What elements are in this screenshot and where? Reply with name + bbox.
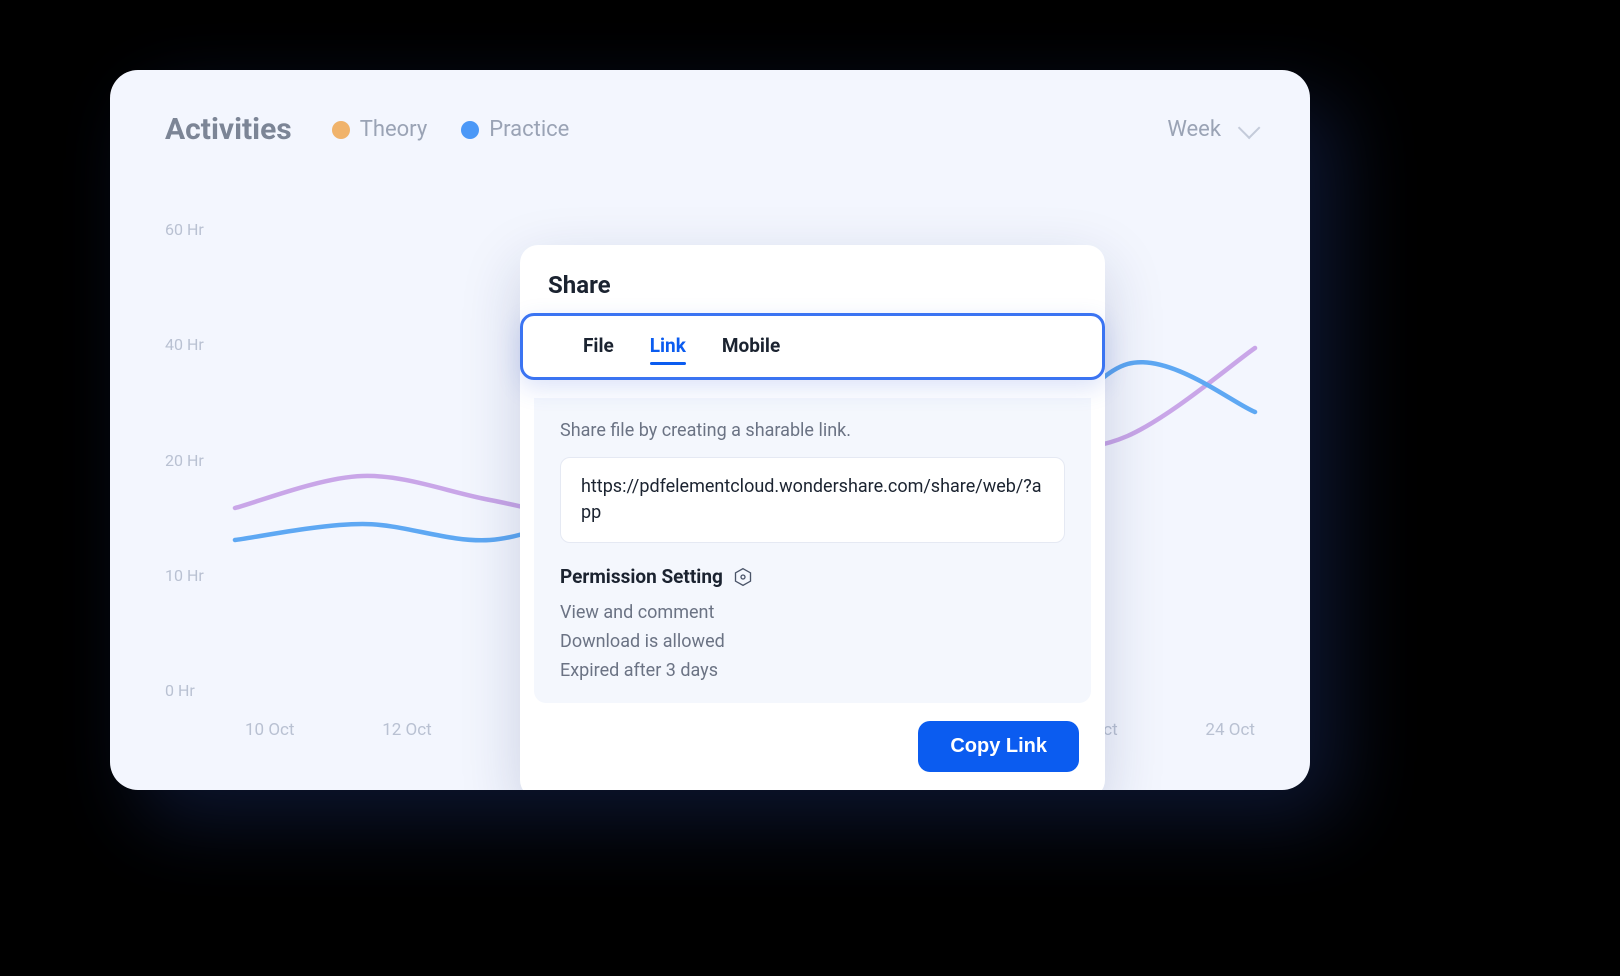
legend-label: Theory <box>360 117 428 142</box>
legend-label: Practice <box>489 117 569 142</box>
activities-card: Activities Theory Practice Week 60 Hr <box>110 70 1310 790</box>
share-hint: Share file by creating a sharable link. <box>560 420 1065 441</box>
modal-body: Share file by creating a sharable link. … <box>534 398 1091 703</box>
y-axis: 60 Hr 40 Hr 20 Hr 10 Hr 0 Hr <box>165 220 225 700</box>
modal-title: Share <box>520 269 1105 313</box>
share-modal: Share File Link Mobile Share file by cre… <box>520 245 1105 790</box>
y-tick: 20 Hr <box>165 451 225 470</box>
permission-title: Permission Setting <box>560 565 723 588</box>
legend-item-theory: Theory <box>332 117 428 142</box>
page-title: Activities <box>165 112 292 147</box>
header: Activities Theory Practice Week <box>165 112 1255 147</box>
dot-theory-icon <box>332 121 350 139</box>
range-select[interactable]: Week <box>1167 117 1255 142</box>
y-tick: 40 Hr <box>165 335 225 354</box>
copy-link-button[interactable]: Copy Link <box>918 721 1079 772</box>
y-tick: 60 Hr <box>165 220 225 239</box>
permission-item: Expired after 3 days <box>560 660 1065 681</box>
settings-icon[interactable] <box>733 567 753 587</box>
permission-item: View and comment <box>560 602 1065 623</box>
legend-item-practice: Practice <box>461 117 569 142</box>
x-tick: 10 Oct <box>245 720 294 740</box>
x-tick: 24 Oct <box>1205 720 1254 740</box>
permission-list: View and comment Download is allowed Exp… <box>560 602 1065 681</box>
dot-practice-icon <box>461 121 479 139</box>
y-tick: 10 Hr <box>165 566 225 585</box>
tab-mobile[interactable]: Mobile <box>722 334 780 359</box>
x-tick: 12 Oct <box>382 720 431 740</box>
tab-file[interactable]: File <box>583 334 614 359</box>
modal-footer: Copy Link <box>520 703 1105 774</box>
legend: Theory Practice <box>332 117 570 142</box>
chevron-down-icon <box>1238 116 1261 139</box>
tab-link[interactable]: Link <box>650 334 686 359</box>
range-label: Week <box>1167 117 1221 142</box>
y-tick: 0 Hr <box>165 681 225 700</box>
share-link-field[interactable]: https://pdfelementcloud.wondershare.com/… <box>560 457 1065 543</box>
permission-item: Download is allowed <box>560 631 1065 652</box>
tabbar: File Link Mobile <box>520 313 1105 380</box>
